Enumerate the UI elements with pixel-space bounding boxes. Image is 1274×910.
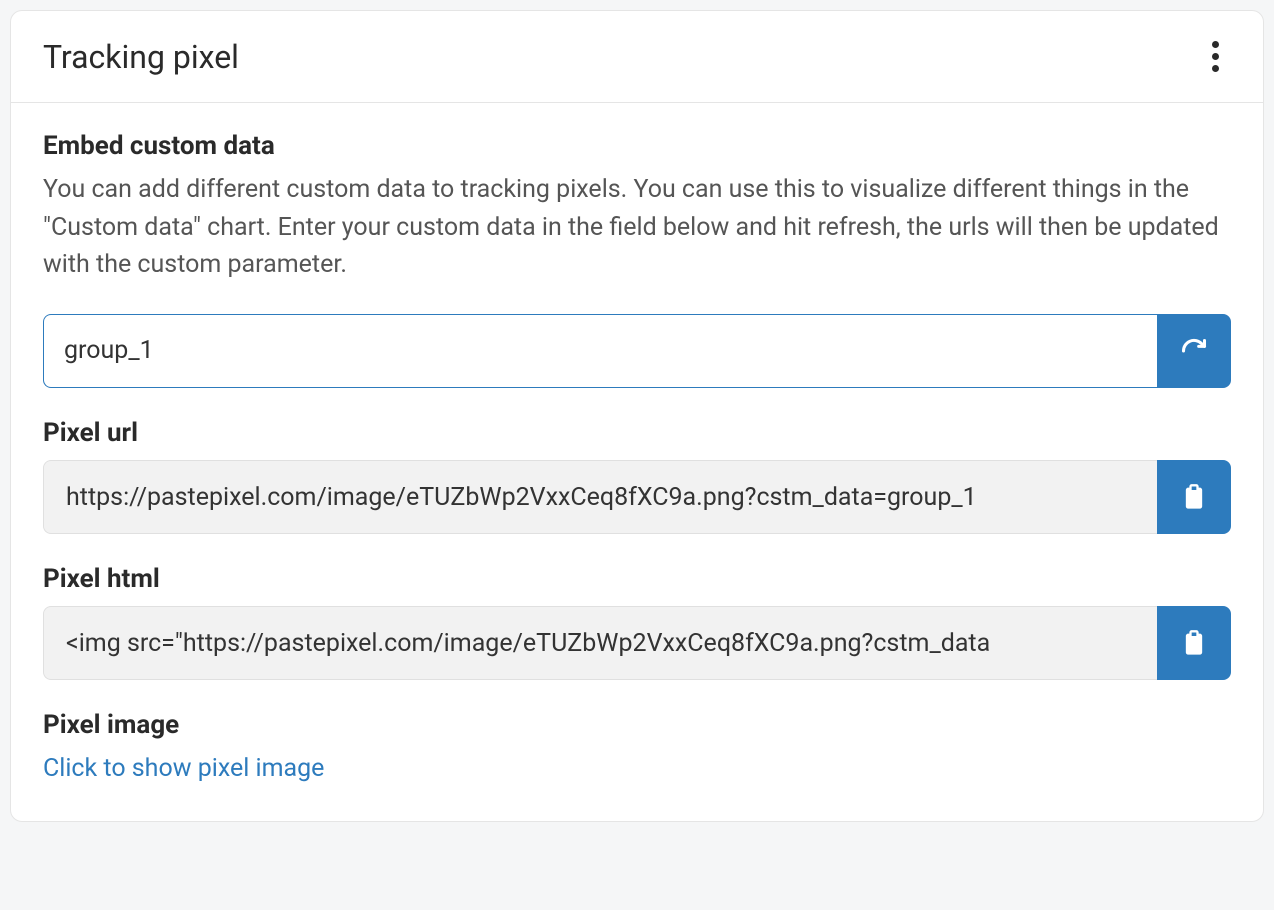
kebab-icon [1212,41,1219,48]
copy-html-button[interactable] [1157,606,1231,680]
custom-data-input-row [43,314,1231,388]
card-body: Embed custom data You can add different … [11,103,1263,821]
pixel-html-row: <img src="https://pastepixel.com/image/e… [43,606,1231,680]
card-header: Tracking pixel [11,11,1263,103]
embed-description: You can add different custom data to tra… [43,171,1231,284]
pixel-image-section: Pixel image Click to show pixel image [43,710,1231,783]
show-pixel-image-link[interactable]: Click to show pixel image [43,754,324,783]
clipboard-icon [1180,629,1208,657]
copy-url-button[interactable] [1157,460,1231,534]
pixel-image-label: Pixel image [43,710,1231,740]
pixel-url-value[interactable]: https://pastepixel.com/image/eTUZbWp2Vxx… [43,460,1157,534]
custom-data-input[interactable] [43,314,1157,388]
more-menu-button[interactable] [1200,33,1231,80]
refresh-button[interactable] [1157,314,1231,388]
kebab-icon [1212,53,1219,60]
pixel-url-row: https://pastepixel.com/image/eTUZbWp2Vxx… [43,460,1231,534]
kebab-icon [1212,65,1219,72]
card-title: Tracking pixel [43,38,239,76]
refresh-icon [1180,337,1208,365]
pixel-html-label: Pixel html [43,564,1231,594]
embed-section-title: Embed custom data [43,131,1231,161]
clipboard-icon [1180,483,1208,511]
pixel-html-value[interactable]: <img src="https://pastepixel.com/image/e… [43,606,1157,680]
tracking-pixel-card: Tracking pixel Embed custom data You can… [10,10,1264,822]
pixel-url-label: Pixel url [43,418,1231,448]
